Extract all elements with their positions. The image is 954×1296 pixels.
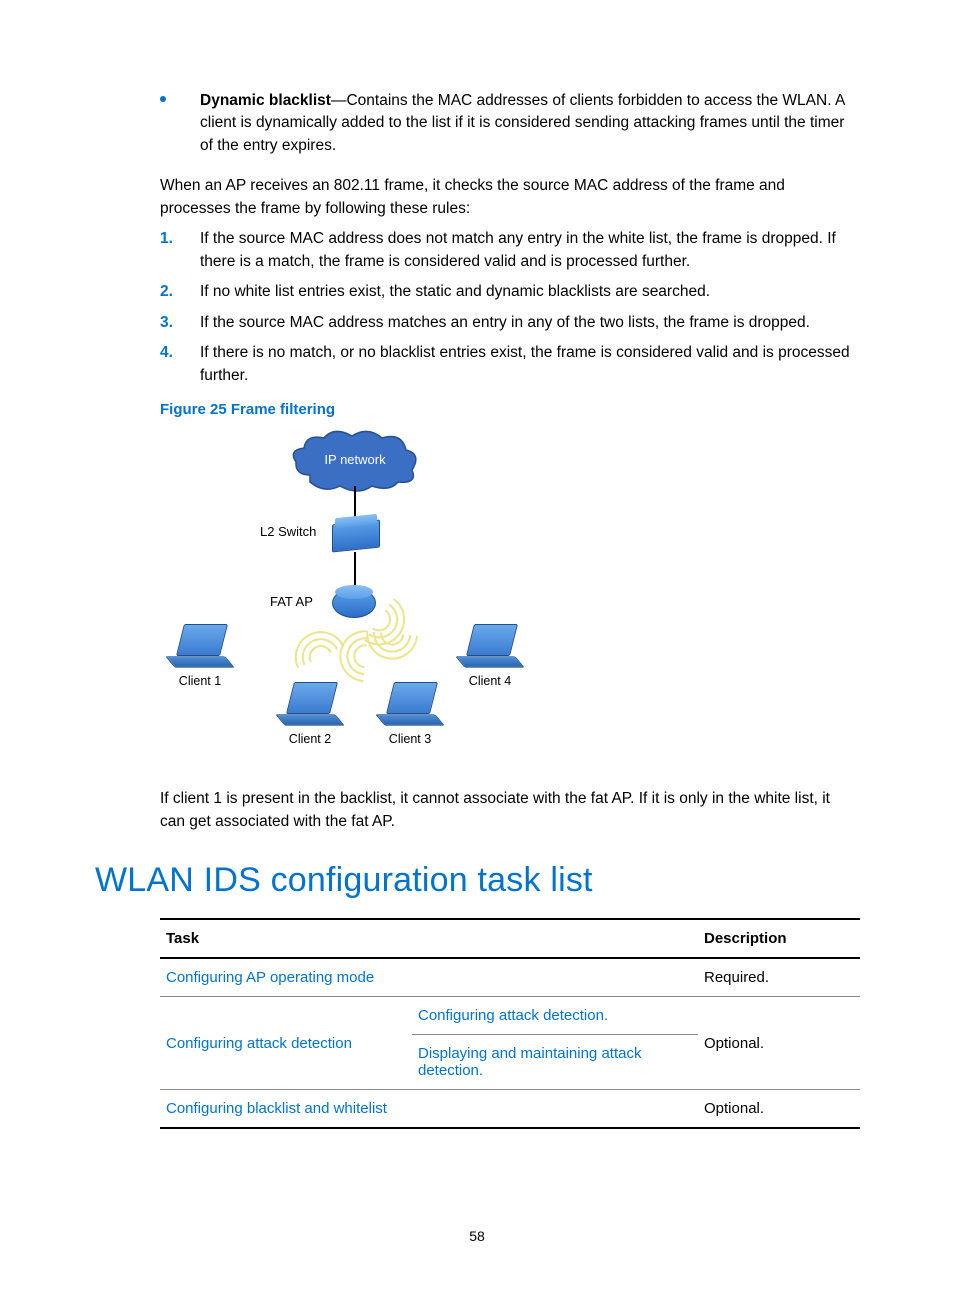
task-desc: Optional. — [698, 997, 860, 1090]
ip-network-label: IP network — [290, 452, 420, 467]
client-label: Client 4 — [460, 674, 520, 688]
table-row: Configuring blacklist and whitelist Opti… — [160, 1090, 860, 1129]
table-row: Configuring AP operating mode Required. — [160, 958, 860, 997]
fat-ap-icon — [332, 588, 378, 618]
client-laptop-icon: Client 3 — [380, 682, 440, 730]
task-table: Task Description Configuring AP operatin… — [160, 918, 860, 1129]
task-desc: Optional. — [698, 1090, 860, 1129]
task-link[interactable]: Configuring AP operating mode — [166, 969, 374, 986]
client-label: Client 1 — [170, 674, 230, 688]
client-label: Client 2 — [280, 732, 340, 746]
client-laptop-icon: Client 4 — [460, 624, 520, 672]
client-label: Client 3 — [380, 732, 440, 746]
ip-network-cloud-icon: IP network — [290, 430, 420, 492]
rules-list: If the source MAC address does not match… — [160, 228, 859, 387]
fat-ap-label: FAT AP — [270, 594, 313, 609]
page-number: 58 — [0, 1228, 954, 1244]
bullet-dynamic-blacklist: Dynamic blacklist—Contains the MAC addre… — [160, 90, 859, 157]
figure-frame-filtering: IP network L2 Switch FAT AP — [160, 424, 580, 764]
task-link[interactable]: Configuring attack detection — [166, 1035, 352, 1052]
bullet-icon — [160, 96, 166, 102]
table-row: Configuring attack detection Configuring… — [160, 997, 860, 1035]
client-laptop-icon: Client 1 — [170, 624, 230, 672]
task-sub-link[interactable]: Configuring attack detection. — [418, 1007, 608, 1024]
task-desc: Required. — [698, 958, 860, 997]
task-link[interactable]: Configuring blacklist and whitelist — [166, 1100, 387, 1117]
task-sub-link[interactable]: Displaying and maintaining attack detect… — [418, 1045, 641, 1079]
col-header-desc: Description — [698, 919, 860, 958]
rule-item: If the source MAC address matches an ent… — [160, 312, 859, 334]
client-laptop-icon: Client 2 — [280, 682, 340, 730]
section-heading: WLAN IDS configuration task list — [95, 861, 859, 900]
bullet-lead: Dynamic blacklist — [200, 92, 331, 109]
intro-paragraph: When an AP receives an 802.11 frame, it … — [160, 175, 859, 220]
l2-switch-icon — [332, 522, 378, 552]
rule-item: If there is no match, or no blacklist en… — [160, 342, 859, 387]
after-figure-paragraph: If client 1 is present in the backlist, … — [160, 788, 859, 833]
document-page: Dynamic blacklist—Contains the MAC addre… — [0, 0, 954, 1296]
figure-caption: Figure 25 Frame filtering — [160, 401, 859, 418]
l2-switch-label: L2 Switch — [260, 524, 316, 539]
rule-item: If no white list entries exist, the stat… — [160, 281, 859, 303]
table-header-row: Task Description — [160, 919, 860, 958]
rule-item: If the source MAC address does not match… — [160, 228, 859, 273]
col-header-task: Task — [160, 919, 698, 958]
